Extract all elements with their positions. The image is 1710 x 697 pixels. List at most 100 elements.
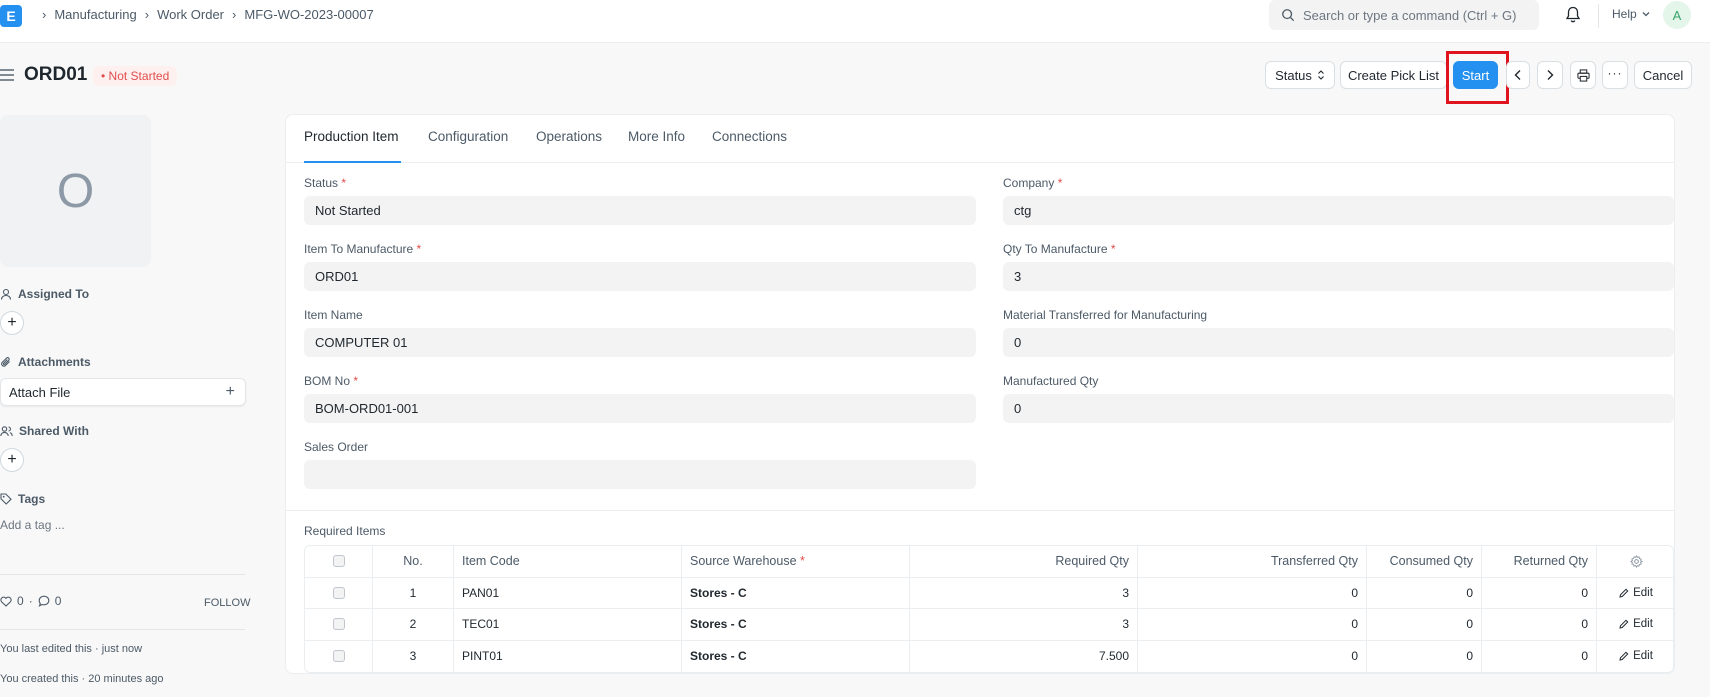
- row-edit-button[interactable]: Edit: [1597, 578, 1673, 609]
- select-all-checkbox[interactable]: [332, 555, 345, 568]
- material-transferred-label: Material Transferred for Manufacturing: [1003, 308, 1208, 322]
- comments-count: 0: [54, 594, 62, 608]
- tab-configuration[interactable]: Configuration: [428, 129, 508, 144]
- breadcrumb-work-order[interactable]: Work Order: [157, 7, 224, 22]
- chevron-left-icon: [1514, 70, 1521, 80]
- cell-consumed-qty[interactable]: 0: [1367, 640, 1482, 672]
- row-edit-button[interactable]: Edit: [1597, 641, 1673, 673]
- tab-production-item[interactable]: Production Item: [304, 129, 399, 144]
- item-to-manufacture-label: Item To Manufacture *: [304, 242, 422, 256]
- tag-icon: [0, 493, 12, 505]
- header-item-code: Item Code: [454, 546, 682, 577]
- assigned-to-text: Assigned To: [18, 287, 90, 301]
- cell-consumed-qty[interactable]: 0: [1367, 609, 1482, 640]
- cell-transferred-qty[interactable]: 0: [1138, 640, 1367, 672]
- chevron-down-icon: [1642, 12, 1650, 17]
- cancel-button[interactable]: Cancel: [1634, 61, 1692, 89]
- create-pick-list-button[interactable]: Create Pick List: [1340, 61, 1447, 89]
- cell-transferred-qty[interactable]: 0: [1138, 577, 1367, 608]
- cell-source-warehouse[interactable]: Stores - C: [682, 640, 910, 672]
- user-icon: [0, 288, 12, 300]
- help-label: Help: [1612, 7, 1637, 21]
- cell-returned-qty[interactable]: 0: [1482, 640, 1597, 672]
- printer-icon: [1576, 68, 1590, 82]
- row-checkbox[interactable]: [332, 650, 345, 663]
- cell-source-warehouse[interactable]: Stores - C: [682, 609, 910, 640]
- manufactured-qty-field[interactable]: 0: [1003, 394, 1674, 423]
- tab-operations[interactable]: Operations: [536, 129, 602, 144]
- tab-more-info[interactable]: More Info: [628, 129, 685, 144]
- assigned-to-label: Assigned To: [0, 287, 89, 301]
- follow-button[interactable]: FOLLOW: [204, 597, 250, 609]
- header-required-qty: Required Qty: [910, 546, 1138, 577]
- navbar: E › Manufacturing › Work Order › MFG-WO-…: [0, 0, 1710, 43]
- status-button[interactable]: Status: [1265, 61, 1335, 89]
- created-text: You created this · 20 minutes ago: [0, 673, 164, 685]
- print-button[interactable]: [1570, 61, 1596, 89]
- cell-returned-qty[interactable]: 0: [1482, 577, 1597, 608]
- settings-cell[interactable]: [1597, 546, 1673, 577]
- heart-icon[interactable]: [0, 596, 12, 607]
- cell-required-qty[interactable]: 3: [910, 609, 1138, 640]
- cell-transferred-qty[interactable]: 0: [1138, 609, 1367, 640]
- qty-to-manufacture-field[interactable]: 3: [1003, 262, 1674, 291]
- tab-connections[interactable]: Connections: [712, 129, 787, 144]
- comment-icon[interactable]: [38, 595, 50, 607]
- more-actions-button[interactable]: ···: [1602, 61, 1628, 89]
- row-select-cell[interactable]: [305, 640, 373, 672]
- row-select-cell[interactable]: [305, 577, 373, 608]
- app-logo[interactable]: E: [0, 5, 22, 27]
- navbar-divider: [1598, 4, 1599, 28]
- add-assignee-button[interactable]: +: [0, 311, 24, 335]
- qty-to-manufacture-label: Qty To Manufacture *: [1003, 242, 1116, 256]
- cell-no: 3: [373, 640, 454, 672]
- header-transferred-qty: Transferred Qty: [1138, 546, 1367, 577]
- row-checkbox[interactable]: [332, 618, 345, 631]
- document-image-placeholder[interactable]: O: [0, 115, 151, 267]
- sales-order-label: Sales Order: [304, 440, 369, 454]
- table-row[interactable]: 2 TEC01 Stores - C 3 0 0 0 Edit: [305, 609, 1673, 641]
- bell-icon[interactable]: [1565, 6, 1581, 27]
- shared-with-label: Shared With: [0, 424, 89, 438]
- help-dropdown[interactable]: Help: [1612, 7, 1651, 21]
- cell-required-qty[interactable]: 7.500: [910, 640, 1138, 672]
- table-row[interactable]: 3 PINT01 Stores - C 7.500 0 0 0 Edit: [305, 640, 1673, 673]
- next-button[interactable]: [1537, 61, 1563, 89]
- row-select-cell[interactable]: [305, 609, 373, 640]
- add-tag-link[interactable]: Add a tag ...: [0, 518, 65, 532]
- section-divider: [286, 510, 1674, 511]
- likes-count: 0: [17, 594, 24, 608]
- cell-returned-qty[interactable]: 0: [1482, 609, 1597, 640]
- cell-item-code[interactable]: TEC01: [454, 609, 682, 640]
- cell-source-warehouse[interactable]: Stores - C: [682, 577, 910, 608]
- add-share-button[interactable]: +: [0, 448, 24, 472]
- hamburger-menu-icon[interactable]: [0, 69, 14, 84]
- item-name-field[interactable]: COMPUTER 01: [304, 328, 976, 357]
- material-transferred-field[interactable]: 0: [1003, 328, 1674, 357]
- cell-item-code[interactable]: PAN01: [454, 577, 682, 608]
- page-title: ORD01: [24, 64, 88, 85]
- cell-consumed-qty[interactable]: 0: [1367, 577, 1482, 608]
- user-avatar[interactable]: A: [1663, 1, 1691, 29]
- bom-no-field[interactable]: BOM-ORD01-001: [304, 394, 976, 423]
- search-bar[interactable]: Search or type a command (Ctrl + G): [1269, 0, 1539, 30]
- sales-order-field[interactable]: [304, 460, 976, 489]
- company-field[interactable]: ctg: [1003, 196, 1674, 225]
- previous-button[interactable]: [1506, 61, 1530, 89]
- select-all-cell[interactable]: [305, 546, 373, 577]
- status-field[interactable]: Not Started: [304, 196, 976, 225]
- attach-file-button[interactable]: Attach File +: [0, 378, 246, 406]
- row-checkbox[interactable]: [332, 586, 345, 599]
- row-edit-button[interactable]: Edit: [1597, 609, 1673, 640]
- item-to-manufacture-field[interactable]: ORD01: [304, 262, 976, 291]
- table-row[interactable]: 1 PAN01 Stores - C 3 0 0 0 Edit: [305, 577, 1673, 609]
- cell-required-qty[interactable]: 3: [910, 577, 1138, 608]
- bom-no-label: BOM No *: [304, 374, 359, 388]
- paperclip-icon: [1, 357, 10, 367]
- breadcrumb-manufacturing[interactable]: Manufacturing: [54, 7, 136, 22]
- search-placeholder: Search or type a command (Ctrl + G): [1303, 7, 1517, 23]
- edit-label: Edit: [1633, 618, 1653, 631]
- breadcrumb-document[interactable]: MFG-WO-2023-00007: [244, 7, 373, 22]
- gear-icon[interactable]: [1629, 554, 1643, 568]
- cell-item-code[interactable]: PINT01: [454, 640, 682, 672]
